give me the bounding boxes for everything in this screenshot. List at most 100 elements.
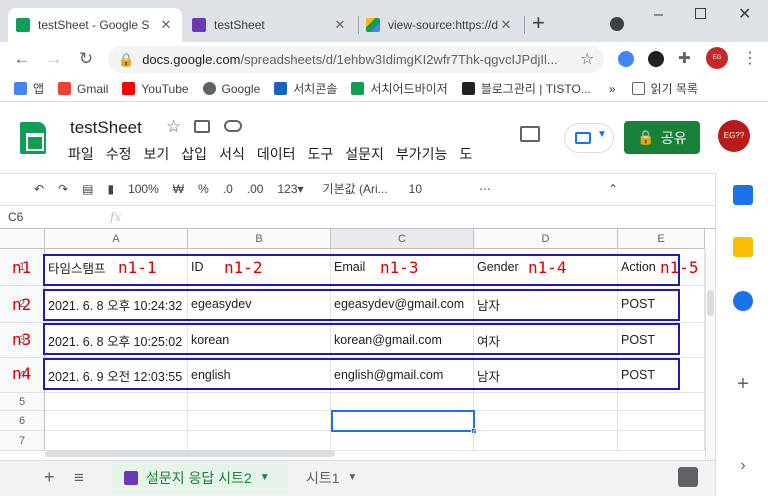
explore-icon[interactable] [678,467,698,487]
add-addon-icon[interactable]: + [734,373,752,396]
number-format-select[interactable]: 123▾ [277,182,303,196]
cell-a6[interactable] [45,411,188,431]
browser-tab-testsheet-google-sheets[interactable]: testSheet - Google S ✕ [8,8,182,42]
zoom-select[interactable]: 100% [128,182,159,196]
menu-format[interactable]: 서식 [219,144,245,164]
cell-d7[interactable] [474,431,618,451]
chevron-down-icon[interactable]: ▼ [348,472,358,483]
decrease-decimal-button[interactable]: .0 [223,182,233,196]
cell-e6[interactable] [618,411,705,431]
address-bar[interactable]: 🔒 docs.google.com /spreadsheets/d/1ehbw3… [108,46,604,73]
bookmark-gmail[interactable]: Gmail [58,82,108,96]
extension-e-icon[interactable] [648,51,664,67]
lock-icon[interactable]: 🔒 [118,52,134,68]
undo-icon[interactable]: ↶ [34,182,44,196]
horizontal-scrollbar[interactable] [45,450,335,457]
share-button[interactable]: 🔒 공유 [624,121,700,154]
menu-file[interactable]: 파일 [68,144,94,164]
google-sheets-logo[interactable] [20,122,46,154]
menu-form[interactable]: 설문지 [345,144,384,164]
calendar-icon[interactable] [733,185,753,205]
cell-a4[interactable]: 2021. 6. 9 오전 12:03:55 [45,358,188,393]
close-icon[interactable]: ✕ [498,17,514,33]
move-folder-icon[interactable] [194,120,210,133]
sheet-tab-active[interactable]: 설문지 응답 시트2 ▼ [112,461,288,494]
menu-addons[interactable]: 부가기능 [396,144,448,164]
chevron-right-icon[interactable]: › [734,457,752,475]
cell-a2[interactable]: 2021. 6. 8 오후 10:24:32 [45,286,188,323]
cell-b6[interactable] [188,411,331,431]
cell-d6[interactable] [474,411,618,431]
cell-c4[interactable]: english@gmail.com [331,358,474,393]
name-box[interactable]: C6 [8,210,94,224]
close-icon[interactable]: ✕ [332,17,348,33]
maximize-button[interactable] [695,8,706,19]
increase-decimal-button[interactable]: .00 [247,182,264,196]
formula-input[interactable] [133,208,715,226]
reload-button[interactable]: ↻ [74,47,98,71]
select-all-corner[interactable] [0,229,45,249]
menu-help[interactable]: 도 [459,144,472,164]
bookmark-youtube[interactable]: YouTube [122,82,189,96]
row-header-5[interactable]: 5 [0,393,45,411]
reading-list[interactable]: 읽기 목록 [631,80,698,97]
cell-b5[interactable] [188,393,331,411]
bookmark-star-icon[interactable]: ☆ [580,49,594,69]
present-button[interactable]: ▼ [564,123,614,153]
back-button[interactable]: ← [10,47,34,71]
chevron-down-icon[interactable]: ▼ [260,472,270,483]
collapse-chevron-icon[interactable]: ⌃ [608,182,618,196]
column-header-e[interactable]: E [618,229,705,249]
cell-b2[interactable]: egeasydev [188,286,331,323]
menu-insert[interactable]: 삽입 [181,144,207,164]
bookmark-blog-admin[interactable]: 블로그관리 | TISTO... [461,80,591,97]
bookmark-apps[interactable]: 앱 [14,80,44,97]
keep-icon[interactable] [733,237,753,257]
cell-a1[interactable]: 타임스탬프 [45,249,188,286]
cell-d5[interactable] [474,393,618,411]
cell-d4[interactable]: 남자 [474,358,618,393]
cell-e5[interactable] [618,393,705,411]
cell-e7[interactable] [618,431,705,451]
cell-d3[interactable]: 여자 [474,323,618,358]
star-icon[interactable]: ☆ [166,117,181,137]
menu-data[interactable]: 데이터 [257,144,296,164]
cell-c3[interactable]: korean@gmail.com [331,323,474,358]
column-header-d[interactable]: D [474,229,618,249]
cell-e4[interactable]: POST [618,358,705,393]
cell-b7[interactable] [188,431,331,451]
cell-b3[interactable]: korean [188,323,331,358]
profile-avatar[interactable]: EG [706,47,728,69]
vertical-scrollbar[interactable] [707,290,714,316]
cell-c6-selected[interactable] [331,410,475,432]
extensions-puzzle-icon[interactable]: ✚ [678,49,691,67]
cell-c7[interactable] [331,431,474,451]
column-header-c[interactable]: C [331,229,474,249]
cell-c5[interactable] [331,393,474,411]
cell-e2[interactable]: POST [618,286,705,323]
bookmarks-more[interactable]: » [609,82,616,96]
account-avatar[interactable]: EG?? [718,120,750,152]
percent-format-button[interactable]: % [198,182,209,196]
column-header-a[interactable]: A [45,229,188,249]
cell-a7[interactable] [45,431,188,451]
font-family-select[interactable]: 기본값 (Ari... [323,180,388,197]
sheet-tab-sheet1[interactable]: 시트1 ▼ [296,461,376,494]
font-size-select[interactable]: 10 [409,182,422,196]
cell-b4[interactable]: english [188,358,331,393]
forward-button[interactable]: → [42,47,66,71]
row-header-7[interactable]: 7 [0,431,45,451]
add-sheet-button[interactable]: + [44,461,55,494]
bookmark-search-console[interactable]: 서치콘솔 [274,80,337,97]
document-title[interactable]: testSheet [70,118,142,138]
browser-tab-testsheet-form[interactable]: testSheet ✕ [184,8,356,42]
cell-c2[interactable]: egeasydev@gmail.com [331,286,474,323]
more-tools-button[interactable]: ⋯ [479,182,491,196]
row-header-6[interactable]: 6 [0,411,45,431]
close-window-button[interactable]: ✕ [738,4,751,24]
menu-view[interactable]: 보기 [144,144,170,164]
redo-icon[interactable]: ↷ [58,182,68,196]
all-sheets-button[interactable]: ≡ [74,461,84,494]
new-tab-button[interactable]: + [532,10,545,36]
print-icon[interactable]: ▤ [82,182,93,196]
